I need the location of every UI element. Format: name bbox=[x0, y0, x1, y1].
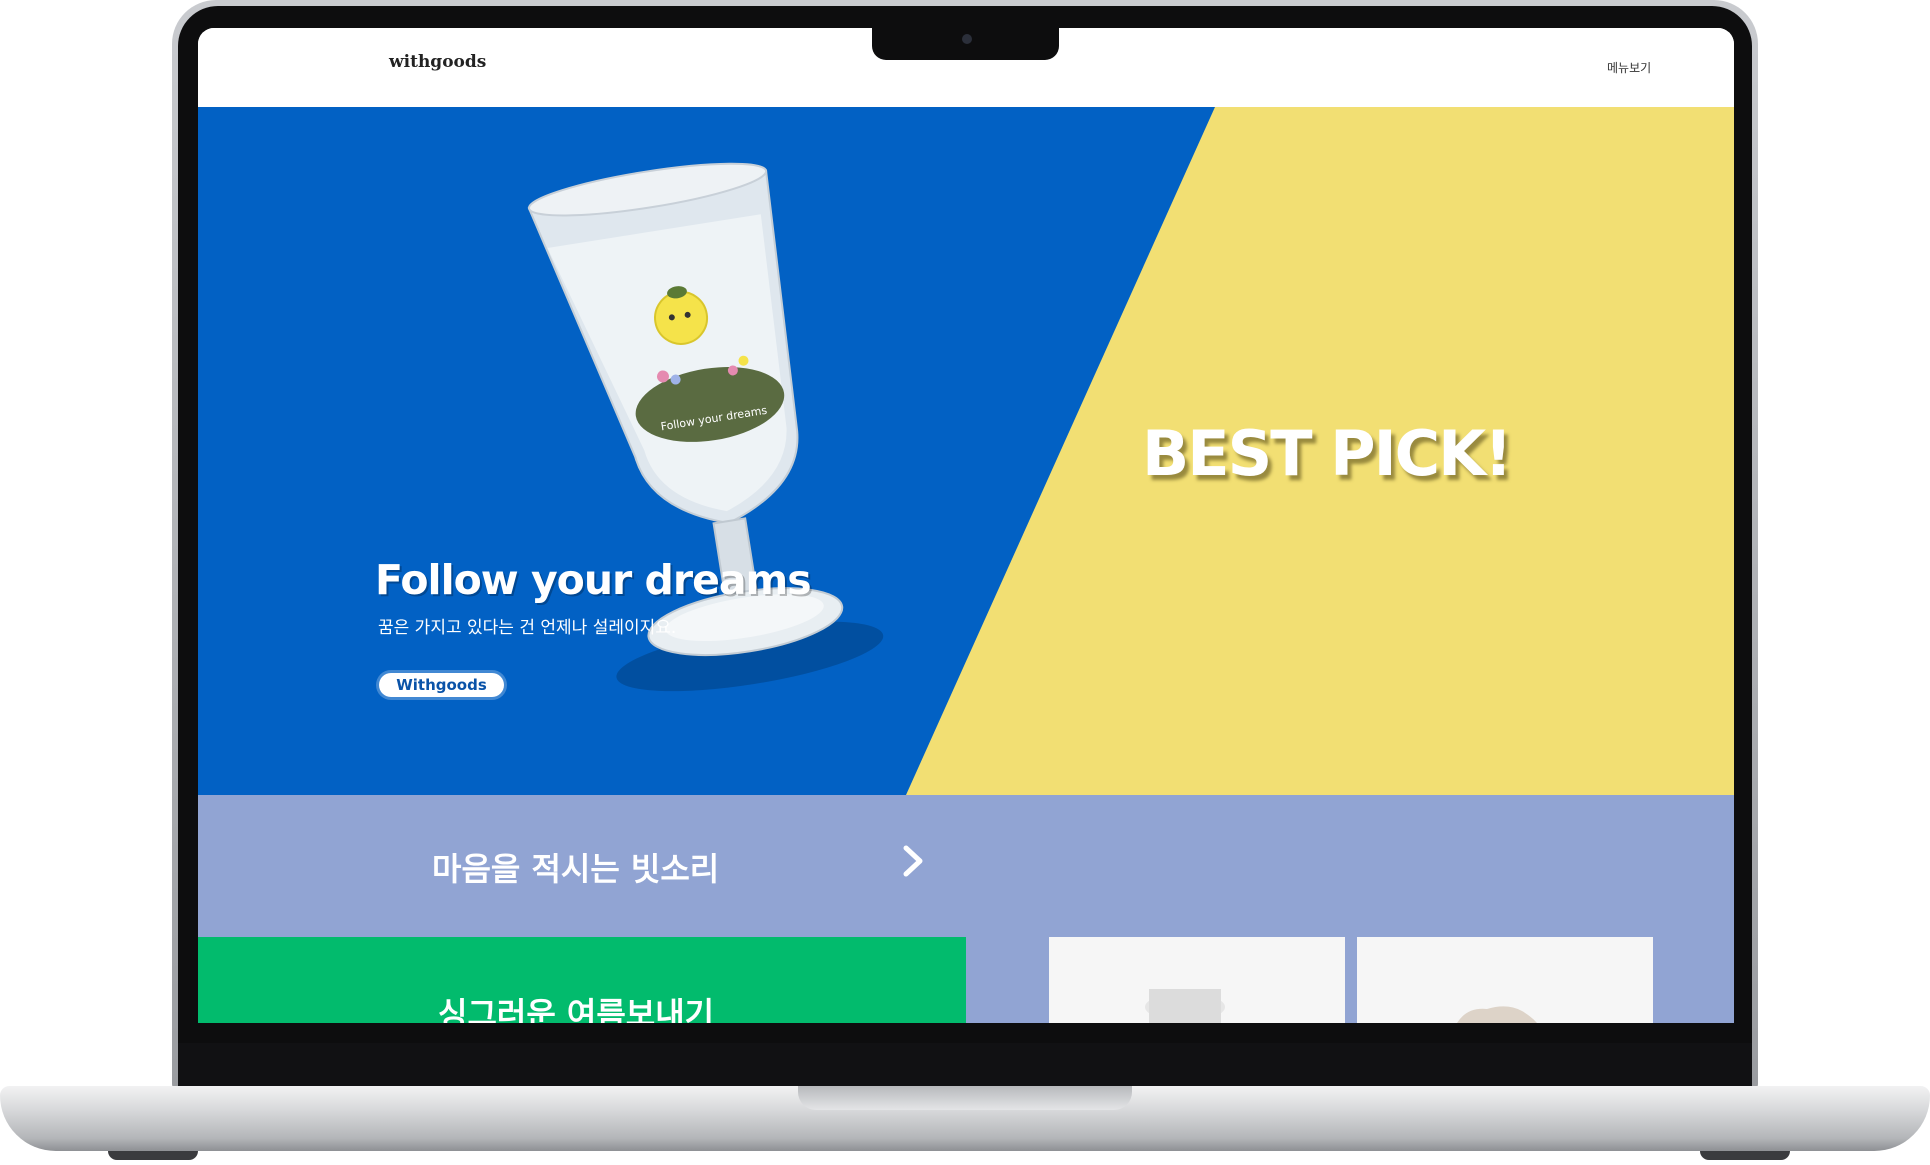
chevron-right-icon[interactable] bbox=[898, 843, 928, 879]
product-image bbox=[1457, 1006, 1537, 1023]
laptop-screen: withgoods 메뉴보기 Follow your dreams Follow… bbox=[198, 28, 1734, 1023]
summer-card-title: 싱그러운 여름보내기 bbox=[438, 995, 715, 1023]
laptop-trackpad-notch bbox=[798, 1086, 1132, 1110]
camera-notch bbox=[872, 26, 1059, 60]
product-thumbnail[interactable] bbox=[1049, 937, 1345, 1023]
camera-icon bbox=[962, 34, 972, 44]
glass-product-image bbox=[1145, 989, 1225, 1023]
hero-banner: Follow your dreams Follow your dreams 꿈은… bbox=[198, 107, 1734, 795]
menu-button[interactable]: 메뉴보기 bbox=[1607, 59, 1651, 76]
laptop-foot-right bbox=[1700, 1151, 1790, 1160]
best-pick-heading: BEST PICK! bbox=[1142, 417, 1512, 490]
withgoods-button[interactable]: Withgoods bbox=[379, 673, 504, 697]
laptop-foot-left bbox=[108, 1151, 198, 1160]
summer-card[interactable]: 싱그러운 여름보내기 bbox=[198, 937, 966, 1023]
hero-subtitle: 꿈은 가지고 있다는 건 언제나 설레이지요. bbox=[378, 618, 677, 638]
rain-sound-section: 마음을 적시는 빗소리 싱그러운 여름보내기 bbox=[198, 795, 1734, 1023]
laptop-chin bbox=[178, 1043, 1752, 1086]
site-logo[interactable]: withgoods bbox=[389, 52, 486, 72]
product-thumbnail[interactable] bbox=[1357, 937, 1653, 1023]
section-title: 마음을 적시는 빗소리 bbox=[432, 850, 720, 888]
hero-title: Follow your dreams bbox=[375, 556, 812, 604]
